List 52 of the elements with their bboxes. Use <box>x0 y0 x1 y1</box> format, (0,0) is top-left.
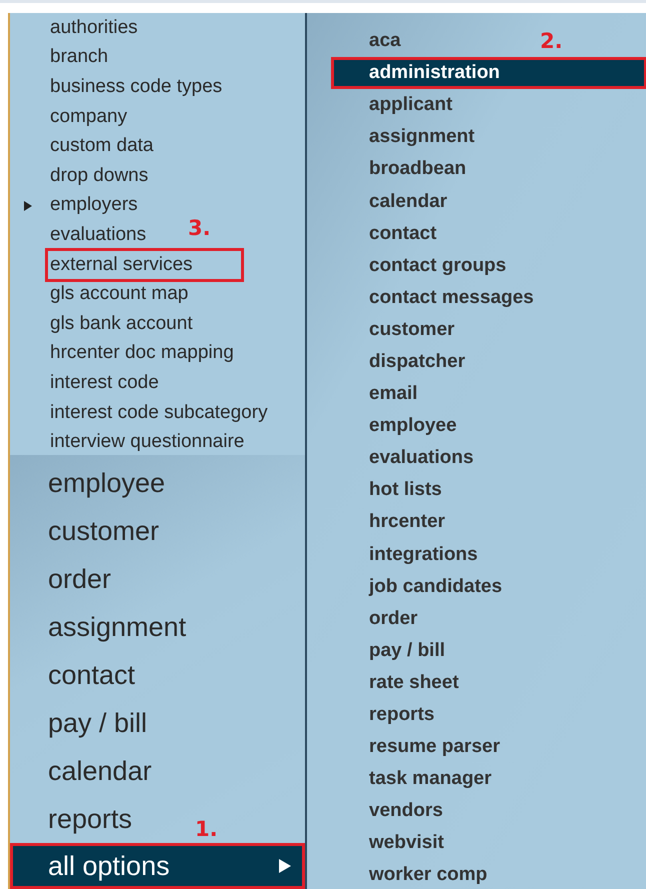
submenu-item[interactable]: interest code <box>48 370 187 395</box>
main-menu-item[interactable]: customer <box>10 507 305 555</box>
main-menu-item[interactable]: all options <box>10 843 305 889</box>
submenu-item[interactable]: external services <box>48 250 241 279</box>
submenu-item[interactable]: employers <box>48 193 166 218</box>
options-menu-item[interactable]: customer <box>307 314 646 345</box>
options-menu-item[interactable]: order <box>307 604 646 634</box>
annotation-number: 2. <box>540 29 563 54</box>
submenu-item[interactable]: hrcenter doc mapping <box>48 341 262 366</box>
options-menu-item[interactable]: contact groups <box>307 250 646 281</box>
options-menu-item[interactable]: worker comp <box>307 860 646 889</box>
options-menu-item[interactable]: task manager <box>307 764 646 794</box>
options-menu-item[interactable]: broadbean <box>307 154 646 184</box>
options-menu-item[interactable]: reports <box>307 700 646 730</box>
submenu-item[interactable]: branch <box>48 45 136 70</box>
options-menu-item[interactable]: hot lists <box>307 475 646 506</box>
options-menu-item[interactable]: employee <box>307 411 646 442</box>
main-menu-item[interactable]: assignment <box>10 603 305 651</box>
main-menu-item[interactable]: employee <box>10 459 305 507</box>
main-menu-item[interactable]: contact <box>10 651 305 699</box>
submenu-item[interactable]: authorities <box>48 16 166 40</box>
main-menu-item[interactable]: calendar <box>10 747 305 795</box>
submenu-item[interactable]: custom data <box>48 134 182 158</box>
options-menu-item[interactable]: evaluations <box>307 443 646 474</box>
options-menu-item[interactable]: integrations <box>307 540 646 570</box>
annotation-number: 3. <box>188 216 211 240</box>
submenu-item[interactable]: evaluations <box>48 222 174 247</box>
options-menu-item[interactable]: assignment <box>307 122 646 152</box>
submenu-item[interactable]: interest code subcategory <box>48 400 296 425</box>
main-menu-item[interactable]: order <box>10 555 305 603</box>
submenu-item[interactable]: interview questionnaire <box>48 430 272 454</box>
options-menu-item[interactable]: webvisit <box>307 828 646 858</box>
options-menu-item[interactable]: pay / bill <box>307 636 646 666</box>
options-menu-item[interactable]: resume parser <box>307 732 646 762</box>
options-menu-item[interactable]: dispatcher <box>307 346 646 377</box>
options-menu-item[interactable]: job candidates <box>307 572 646 602</box>
options-menu-item[interactable]: hrcenter <box>307 507 646 538</box>
options-menu-item[interactable]: email <box>307 379 646 410</box>
options-menu-item[interactable]: contact messages <box>307 282 646 313</box>
options-menu-item[interactable]: rate sheet <box>307 668 646 698</box>
options-menu-item[interactable]: vendors <box>307 796 646 826</box>
options-menu-item[interactable]: contact <box>307 218 646 249</box>
submenu-item[interactable]: gls bank account <box>48 312 221 336</box>
submenu-item[interactable]: company <box>48 104 156 129</box>
options-menu-item[interactable]: applicant <box>307 90 646 120</box>
options-menu-item[interactable]: administration <box>332 58 646 88</box>
submenu-item[interactable]: business code types <box>48 74 250 99</box>
annotation-number: 1. <box>195 817 218 841</box>
main-menu-item[interactable]: pay / bill <box>10 699 305 747</box>
submenu-item[interactable]: gls account map <box>48 282 216 306</box>
options-menu-item[interactable]: calendar <box>307 186 646 217</box>
submenu-item[interactable]: drop downs <box>48 164 176 188</box>
